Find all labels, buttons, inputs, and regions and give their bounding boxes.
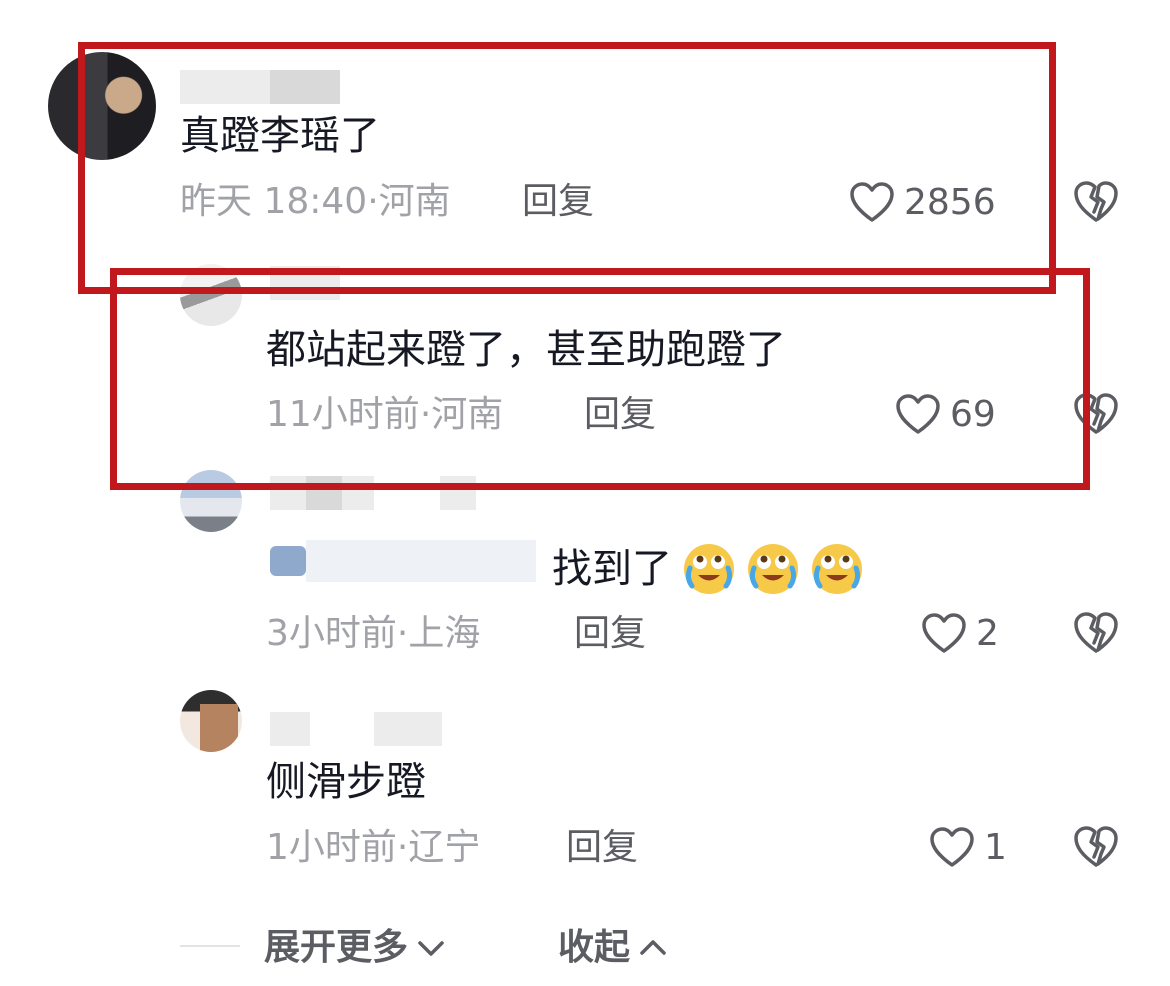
comment-time: 3小时前 [266,613,397,654]
comment-meta: 3小时前·上海 [266,612,480,656]
dislike-button[interactable] [1072,390,1120,438]
broken-heart-icon [1074,181,1118,222]
username-mosaic [306,476,342,510]
mention-mosaic [270,546,306,576]
reply-button[interactable]: 回复 [566,826,638,870]
avatar[interactable] [180,264,242,326]
meta-separator: · [396,827,409,868]
reply-button[interactable]: 回复 [574,612,646,656]
comment-location: 辽宁 [408,827,481,868]
reply-button[interactable]: 回复 [584,393,656,437]
username-mosaic [270,712,310,746]
meta-separator: · [396,613,409,654]
comment-text: 找到了 [552,546,672,592]
like-button[interactable]: 1 [928,823,1007,871]
meta-separator: · [367,181,379,222]
dislike-button[interactable] [1072,178,1120,226]
chevron-down-icon [418,941,444,956]
username-mosaic [270,70,340,104]
chevron-up-icon [640,940,666,955]
comment-text: 侧滑步蹬 [266,759,426,805]
heart-outline-icon [896,394,940,434]
heart-outline-icon [922,613,966,653]
comment-location: 河南 [431,394,504,435]
comment-text: 真蹬李瑶了 [180,113,380,159]
avatar[interactable] [180,690,242,752]
broken-heart-icon [1074,393,1118,434]
username-mosaic [440,476,476,510]
comment-meta: 昨天 18:40·河南 [180,180,451,224]
like-button[interactable]: 2856 [848,178,996,226]
comment-time: 1小时前 [266,827,397,868]
expand-more-label: 展开更多 [264,927,409,968]
broken-heart-icon [1074,826,1118,867]
like-button[interactable]: 69 [894,390,996,438]
dislike-button[interactable] [1072,823,1120,871]
mention-mosaic [306,540,536,582]
crying-laughing-emoji-icon [812,544,862,594]
crying-laughing-emoji-icon [684,544,734,594]
like-count: 2856 [904,181,996,223]
avatar[interactable] [180,470,242,532]
comment-time: 11小时前 [266,394,420,435]
heart-outline-icon [930,827,974,867]
heart-outline-icon [850,182,894,222]
comment-location: 上海 [408,613,481,654]
like-count: 2 [976,612,999,654]
dislike-button[interactable] [1072,609,1120,657]
expand-divider [180,945,240,947]
username-mosaic [374,712,442,746]
comment-text-row: 找到了 [552,542,864,596]
comment-text: 都站起来蹬了，甚至助跑蹬了 [266,327,786,373]
highlight-box [110,268,1090,490]
like-button[interactable]: 2 [920,609,999,657]
meta-separator: · [419,394,432,435]
avatar-face-mosaic [200,704,238,752]
username-mosaic [180,70,270,104]
broken-heart-icon [1074,612,1118,653]
comment-location: 河南 [378,181,451,222]
comment-time: 昨天 18:40 [180,181,368,222]
crying-laughing-emoji-icon [748,544,798,594]
expand-more-button[interactable]: 展开更多 [264,926,448,970]
avatar[interactable] [48,52,156,160]
reply-button[interactable]: 回复 [522,180,594,224]
like-count: 1 [984,826,1007,868]
like-count: 69 [950,393,996,435]
username-mosaic [270,266,340,300]
comment-meta: 11小时前·河南 [266,393,503,437]
comment-meta: 1小时前·辽宁 [266,826,480,870]
collapse-label: 收起 [558,927,631,968]
collapse-button[interactable]: 收起 [558,926,670,970]
